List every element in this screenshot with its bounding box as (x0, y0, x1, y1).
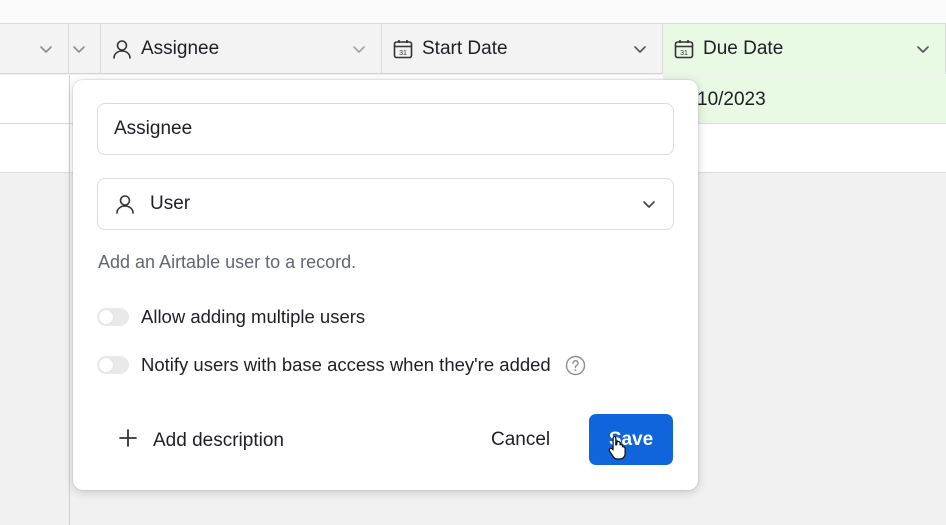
column-header-hidden[interactable] (69, 24, 101, 74)
chevron-down-icon[interactable] (351, 41, 367, 57)
save-button[interactable]: Save (589, 414, 673, 465)
top-strip (0, 0, 946, 24)
option-label: Allow adding multiple users (141, 306, 366, 327)
hand-cursor-icon (608, 435, 626, 460)
calendar-icon: 31 (392, 38, 414, 60)
chevron-down-icon[interactable] (38, 41, 54, 57)
notify-users-toggle[interactable] (97, 356, 129, 374)
field-config-dialog: Assignee User Add an Airtable user to a … (73, 80, 698, 490)
user-icon (111, 38, 133, 60)
add-description-button[interactable]: Add description (117, 427, 284, 454)
plus-icon (117, 427, 139, 454)
chevron-down-icon[interactable] (915, 41, 931, 57)
field-name-value: Assignee (114, 118, 193, 139)
grid-header: Assignee 31 Start Date 31 Due Date (0, 24, 946, 74)
field-type-label: User (150, 193, 191, 214)
chevron-down-icon[interactable] (71, 41, 87, 57)
column-label: Due Date (703, 38, 784, 59)
user-icon (114, 193, 136, 215)
option-label: Notify users with base access when they'… (141, 354, 551, 375)
field-type-select[interactable]: User (97, 178, 674, 230)
column-divider (69, 75, 70, 525)
column-label: Start Date (422, 38, 508, 59)
multiple-users-toggle[interactable] (97, 308, 129, 326)
option-multiple-users: Allow adding multiple users (97, 306, 365, 328)
toggle-knob (99, 310, 113, 324)
column-label: Assignee (141, 38, 220, 59)
svg-text:31: 31 (680, 50, 688, 57)
column-header-due-date[interactable]: 31 Due Date (663, 24, 946, 74)
column-header-assignee[interactable]: Assignee (101, 24, 382, 74)
calendar-icon: 31 (673, 38, 695, 60)
chevron-down-icon (643, 201, 655, 208)
cancel-button[interactable]: Cancel (491, 429, 550, 451)
option-notify-users: Notify users with base access when they'… (97, 354, 586, 376)
column-header-start-date[interactable]: 31 Start Date (382, 24, 663, 74)
svg-text:31: 31 (399, 50, 407, 57)
field-name-input[interactable]: Assignee (97, 103, 674, 155)
toggle-knob (99, 358, 113, 372)
column-header-previous[interactable] (0, 24, 69, 74)
chevron-down-icon[interactable] (632, 41, 648, 57)
due-date-value: 10/2023 (697, 89, 766, 110)
add-description-label: Add description (153, 429, 284, 451)
field-type-description: Add an Airtable user to a record. (98, 252, 357, 272)
help-icon[interactable] (565, 355, 586, 376)
